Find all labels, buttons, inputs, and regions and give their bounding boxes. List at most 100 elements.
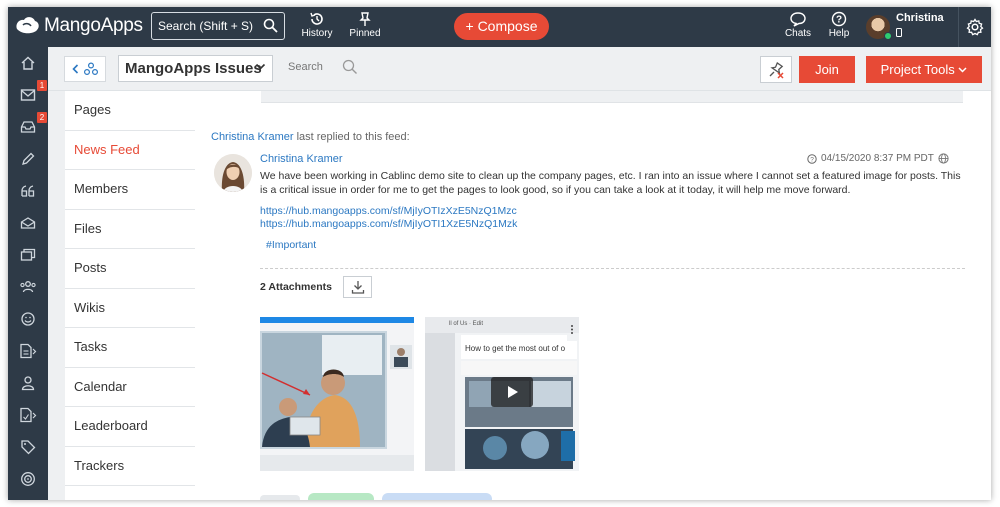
top-bar: MangoApps Search (Shift + S) History Pin… — [8, 7, 991, 47]
svg-text:?: ? — [836, 15, 842, 26]
rail-target[interactable] — [8, 463, 48, 495]
history-label: History — [301, 28, 333, 39]
group-search-input[interactable]: Search — [288, 61, 323, 73]
gear-icon — [966, 18, 984, 36]
document-arrow-icon-2 — [20, 407, 37, 423]
subnav-posts[interactable]: Posts — [65, 249, 195, 289]
rail-home[interactable] — [8, 47, 48, 79]
group-icon — [83, 62, 98, 76]
compose-button[interactable]: + Compose — [454, 13, 549, 40]
play-icon — [508, 386, 518, 398]
pinned-button[interactable]: Pinned — [345, 11, 385, 39]
subnav-trackers[interactable]: Trackers — [65, 447, 195, 486]
subnav-wikis[interactable]: Wikis — [65, 289, 195, 328]
image-attachment-thumbnail[interactable] — [260, 317, 414, 471]
subnav-news-feed[interactable]: News Feed — [65, 131, 195, 170]
group-subnav: Pages News Feed Members Files Posts Wiki… — [65, 91, 195, 500]
rail-doc-arrow[interactable] — [8, 335, 48, 367]
back-button[interactable] — [64, 56, 106, 82]
post-link-2[interactable]: https://hub.mangoapps.com/sf/MjIyOTI1XzE… — [260, 218, 517, 230]
project-tools-button[interactable]: Project Tools — [866, 56, 982, 83]
target-icon — [21, 472, 35, 486]
rail-mail[interactable]: 1 — [8, 79, 48, 111]
previous-post-edge — [261, 91, 963, 103]
document-arrow-icon — [20, 343, 37, 359]
global-search-input[interactable]: Search (Shift + S) — [151, 12, 285, 40]
dots-vertical-icon — [571, 325, 573, 334]
group-name: MangoApps Issues — [125, 60, 262, 77]
history-icon — [310, 12, 323, 25]
history-button[interactable]: History — [297, 11, 337, 39]
search-icon — [263, 18, 278, 33]
pin-icon — [359, 12, 371, 26]
video-attachment-thumbnail[interactable]: ll of Us · Edit How to get the most out … — [425, 317, 579, 471]
chevron-down-icon — [255, 63, 266, 70]
group-selector[interactable]: MangoApps Issues — [118, 55, 273, 82]
footer-placeholder — [260, 495, 300, 500]
phone-icon — [896, 28, 902, 37]
join-button[interactable]: Join — [799, 56, 855, 83]
mail-icon — [20, 89, 36, 101]
subnav-tasks[interactable]: Tasks — [65, 328, 195, 368]
unpin-button[interactable] — [760, 56, 792, 83]
rail-pencil[interactable] — [8, 143, 48, 175]
user-avatar — [866, 15, 892, 40]
project-tools-label: Project Tools — [880, 62, 955, 77]
rail-smiley[interactable] — [8, 303, 48, 335]
video-slide-title: How to get the most out of o — [465, 344, 566, 353]
subnav-pages[interactable]: Pages — [65, 91, 195, 131]
pencil-icon — [22, 152, 35, 165]
home-icon — [21, 56, 35, 70]
help-button[interactable]: ? Help — [819, 11, 859, 39]
chevron-left-icon — [71, 64, 78, 74]
more-options-icon[interactable] — [571, 321, 573, 334]
post-body: We have been working in Cablinc demo sit… — [260, 170, 961, 196]
hashtag-important[interactable]: #Important — [266, 239, 316, 251]
last-reply-line: Christina Kramer last replied to this fe… — [211, 131, 410, 143]
rail-quotes[interactable] — [8, 175, 48, 207]
author-avatar[interactable] — [214, 154, 252, 192]
attachments-label: 2 Attachments — [260, 281, 332, 293]
subnav-calendar[interactable]: Calendar — [65, 368, 195, 407]
post-date-text: 04/15/2020 8:37 PM PDT — [821, 153, 934, 164]
news-feed: Christina Kramer last replied to this fe… — [195, 91, 991, 500]
logo[interactable]: MangoApps — [14, 15, 143, 37]
rail-person[interactable] — [8, 367, 48, 399]
help-label: Help — [828, 28, 850, 39]
quote-icon — [21, 185, 35, 197]
download-icon — [351, 281, 364, 294]
subnav-leaderboard[interactable]: Leaderboard — [65, 407, 195, 447]
rail-inbox[interactable]: 2 — [8, 111, 48, 143]
rail-folders[interactable] — [8, 239, 48, 271]
inbox-badge: 2 — [37, 112, 47, 123]
subnav-members[interactable]: Members — [65, 170, 195, 210]
user-menu[interactable]: Christina — [866, 12, 944, 42]
rail-doc-arrow-2[interactable] — [8, 399, 48, 431]
post-date: ? 04/15/2020 8:37 PM PDT — [807, 153, 949, 164]
svg-text:?: ? — [810, 156, 814, 163]
rail-people[interactable] — [8, 271, 48, 303]
post-author-link[interactable]: Christina Kramer — [260, 153, 343, 165]
group-header: MangoApps Issues Search Join Project Too… — [48, 47, 991, 91]
subnav-files[interactable]: Files — [65, 210, 195, 249]
search-icon[interactable] — [342, 59, 358, 75]
settings-button[interactable] — [958, 7, 991, 47]
footer-tag-green[interactable] — [308, 493, 374, 500]
office-photo-image — [260, 317, 414, 471]
download-all-button[interactable] — [343, 276, 372, 298]
tag-icon — [21, 440, 36, 455]
post-divider — [260, 268, 965, 269]
app-window: MangoApps Search (Shift + S) History Pin… — [8, 7, 991, 500]
rail-tag[interactable] — [8, 431, 48, 463]
footer-tag-blue[interactable] — [382, 493, 492, 500]
post-link-1[interactable]: https://hub.mangoapps.com/sf/MjIyOTIzXzE… — [260, 205, 517, 217]
rail-tray[interactable] — [8, 207, 48, 239]
user-name: Christina — [896, 12, 944, 24]
reply-author-link[interactable]: Christina Kramer — [211, 131, 294, 143]
play-button[interactable] — [491, 377, 533, 407]
person-icon — [21, 376, 35, 391]
smiley-icon — [21, 312, 35, 326]
online-status-dot — [884, 32, 892, 40]
author-photo — [214, 154, 252, 192]
chats-button[interactable]: Chats — [778, 11, 818, 39]
